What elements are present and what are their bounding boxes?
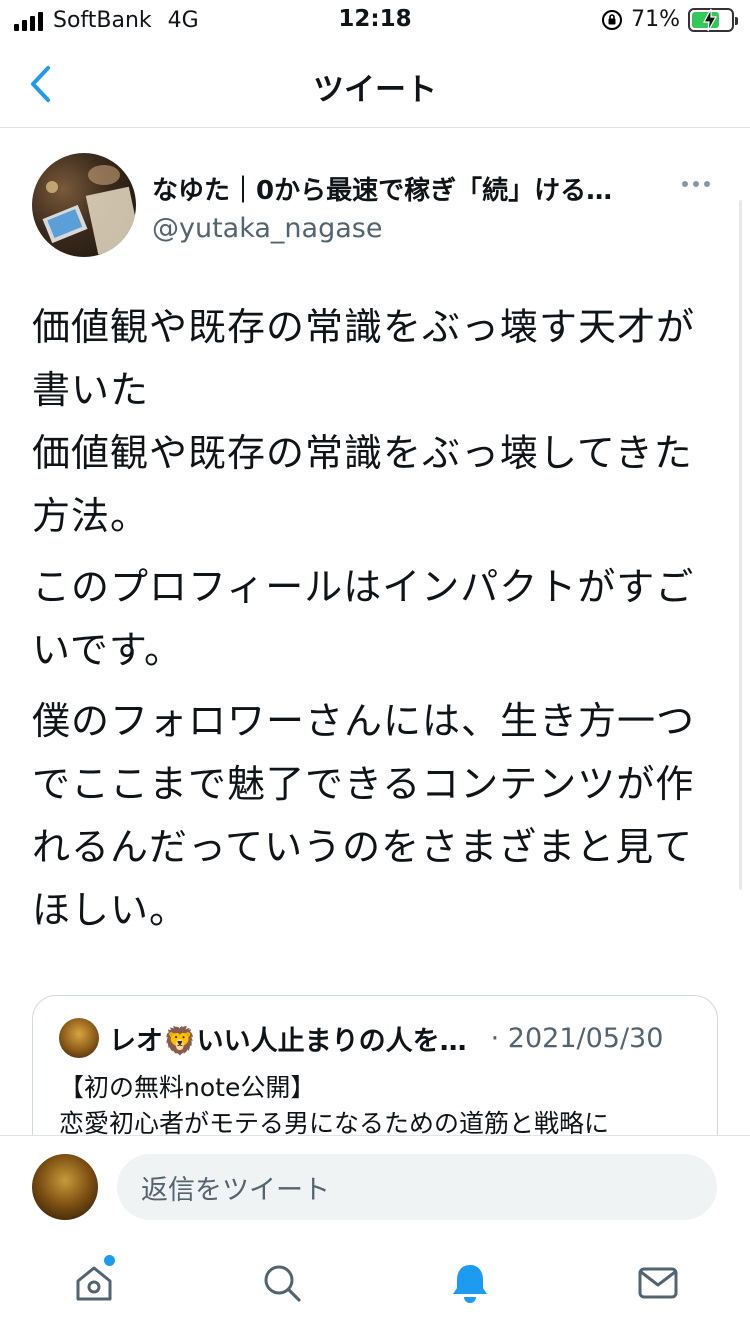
tab-messages[interactable] — [634, 1259, 682, 1307]
mail-icon — [638, 1267, 678, 1299]
tab-home[interactable] — [70, 1259, 118, 1307]
author-photo — [42, 165, 136, 255]
reply-bar: 返信をツイート — [0, 1135, 750, 1237]
more-dot — [682, 181, 688, 187]
quoted-author-avatar — [59, 1018, 99, 1058]
nav-header: ツイート — [0, 40, 750, 128]
author-avatar[interactable] — [32, 153, 136, 257]
page-title: ツイート — [313, 72, 437, 108]
tab-bar — [0, 1237, 750, 1334]
status-bar: SoftBank 4G 12:18 71% — [0, 0, 750, 40]
scrollbar[interactable] — [739, 200, 742, 890]
more-options-button[interactable] — [682, 172, 722, 196]
reply-input[interactable]: 返信をツイート — [117, 1154, 717, 1220]
unread-dot — [104, 1255, 115, 1266]
battery-percent: 71% — [631, 7, 680, 32]
tab-notifications[interactable] — [446, 1259, 494, 1307]
my-avatar[interactable] — [32, 1154, 98, 1220]
quoted-tweet-header: レオ🦁いい人止まりの人を… · 2021/05/30 — [59, 1018, 691, 1058]
tweet-paragraph-3: 僕のフォロワーさんには、生き方一つでここまで魅了できるコンテンツが作れるんだって… — [32, 699, 696, 932]
tab-search[interactable] — [258, 1259, 306, 1307]
quoted-author-name: レオ🦁いい人止まりの人を… — [109, 1025, 467, 1057]
quoted-tweet-date: · 2021/05/30 — [490, 1022, 664, 1054]
author-name[interactable]: なゆた｜0から最速で稼ぎ「続」ける… — [152, 170, 672, 207]
status-right: 71% — [601, 7, 738, 32]
more-dot — [693, 181, 699, 187]
quoted-tweet-text: 【初の無料note公開】 恋愛初心者がモテる男になるための道筋と戦略に — [59, 1070, 691, 1142]
home-icon — [76, 1266, 112, 1301]
tweet-author[interactable]: なゆた｜0から最速で稼ぎ「続」ける… @yutaka_nagase — [152, 170, 672, 244]
quoted-line-1: 【初の無料note公開】 — [59, 1073, 316, 1102]
tweet-text: 価値観や既存の常識をぶっ壊す天才が書いた 価値観や既存の常識をぶっ壊してきた方法… — [32, 296, 712, 950]
charging-bolt-icon — [702, 8, 718, 31]
bell-icon — [453, 1265, 487, 1303]
more-dot — [704, 181, 710, 187]
tweet-paragraph-2: このプロフィールはインパクトがすごいです。 — [32, 565, 695, 672]
search-icon — [264, 1265, 301, 1302]
author-handle[interactable]: @yutaka_nagase — [152, 213, 672, 244]
orientation-lock-icon — [602, 9, 623, 30]
battery-icon — [688, 7, 738, 32]
tweet-paragraph-1: 価値観や既存の常識をぶっ壊す天才が書いた 価値観や既存の常識をぶっ壊してきた方法… — [32, 305, 696, 538]
